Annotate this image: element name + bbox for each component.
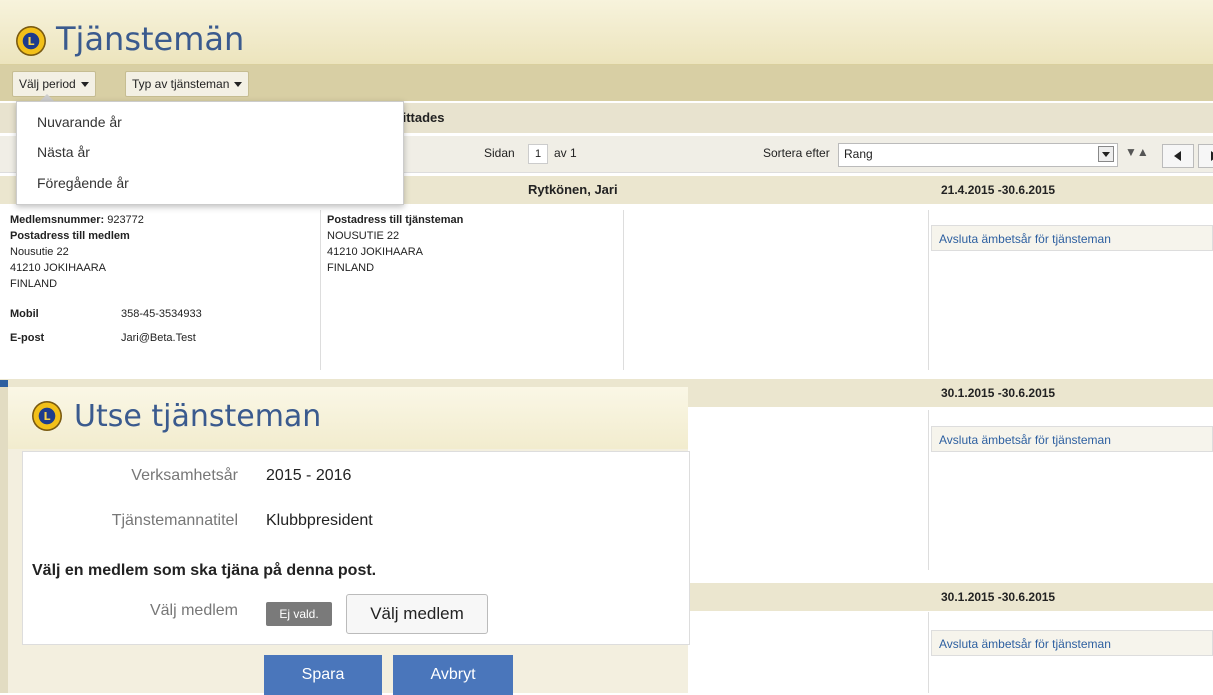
sort-direction-icon[interactable]: ▼▲ xyxy=(1125,145,1149,159)
address-line: FINLAND xyxy=(327,262,375,274)
select-member-button[interactable]: Välj medlem xyxy=(346,594,488,634)
record-period: 21.4.2015 -30.6.2015 xyxy=(941,183,1056,197)
officer-postal-label: Postadress till tjänsteman xyxy=(327,214,464,226)
address-line: 41210 JOKIHAARA xyxy=(10,262,106,274)
end-term-button[interactable]: Avsluta ämbetsår för tjänsteman xyxy=(931,426,1213,452)
member-info: Medlemsnummer: 923772 Postadress till me… xyxy=(10,212,310,292)
period-filter-label: Välj period xyxy=(19,77,76,91)
year-value: 2015 - 2016 xyxy=(266,467,352,484)
page-total-label: av 1 xyxy=(554,146,577,160)
page-title: Tjänstemän xyxy=(56,20,245,58)
email-row: E-post xyxy=(10,330,44,346)
address-line: 41210 JOKIHAARA xyxy=(327,246,423,258)
period-menu: Nuvarande år Nästa år Föregående år xyxy=(16,101,404,205)
select-member-label: Välj medlem xyxy=(149,602,238,619)
page-number-input[interactable]: 1 xyxy=(528,144,548,164)
sort-dropdown-icon[interactable] xyxy=(1098,146,1114,162)
end-term-button[interactable]: Avsluta ämbetsår för tjänsteman xyxy=(931,630,1213,656)
officer-type-filter-button[interactable]: Typ av tjänsteman xyxy=(125,71,250,97)
previous-page-button[interactable] xyxy=(1162,144,1194,168)
address-line: NOUSUTIE 22 xyxy=(327,230,400,242)
sort-label: Sortera efter xyxy=(763,146,830,160)
record-period: 30.1.2015 -30.6.2015 xyxy=(941,590,1056,604)
officer-title-label: Tjänstemannatitel xyxy=(111,512,238,529)
cancel-button[interactable]: Avbryt xyxy=(393,655,513,695)
record-period: 30.1.2015 -30.6.2015 xyxy=(941,386,1056,400)
end-term-button[interactable]: Avsluta ämbetsår för tjänsteman xyxy=(931,225,1213,251)
sort-select-value: Rang xyxy=(844,147,873,161)
member-number-label: Medlemsnummer: xyxy=(10,214,105,226)
address-line: Nousutie 22 xyxy=(10,246,69,258)
address-line: FINLAND xyxy=(10,278,58,290)
officer-type-filter-label: Typ av tjänsteman xyxy=(132,77,230,91)
officer-address: Postadress till tjänsteman NOUSUTIE 22 4… xyxy=(327,212,617,276)
not-selected-badge: Ej vald. xyxy=(266,602,332,626)
menu-item-next-year[interactable]: Nästa år xyxy=(37,144,90,160)
mobile-row: Mobil xyxy=(10,306,39,322)
lions-logo-icon: L xyxy=(32,401,62,431)
dialog-prompt: Välj en medlem som ska tjäna på denna po… xyxy=(32,562,377,579)
year-label: Verksamhetsår xyxy=(131,467,238,484)
page-label: Sidan xyxy=(484,146,515,160)
officer-title-value: Klubbpresident xyxy=(266,512,373,529)
next-page-button[interactable] xyxy=(1198,144,1213,168)
menu-item-current-year[interactable]: Nuvarande år xyxy=(37,114,122,130)
dialog-title: Utse tjänsteman xyxy=(74,399,322,434)
mobile-value: 358-45-3534933 xyxy=(121,308,202,320)
email-label: E-post xyxy=(10,332,45,344)
sort-select[interactable] xyxy=(838,143,1118,167)
mobile-label: Mobil xyxy=(10,308,39,320)
email-value[interactable]: Jari@Beta.Test xyxy=(121,330,196,346)
chevron-down-icon xyxy=(234,82,243,88)
column-divider xyxy=(623,210,624,370)
column-divider xyxy=(928,210,929,370)
menu-pointer xyxy=(40,94,54,101)
menu-item-previous-year[interactable]: Föregående år xyxy=(37,175,129,191)
member-number: 923772 xyxy=(107,214,144,226)
chevron-down-icon xyxy=(80,82,89,88)
record-name[interactable]: Rytkönen, Jari xyxy=(528,182,618,197)
column-divider xyxy=(928,612,929,693)
dialog-edge xyxy=(0,387,8,693)
column-divider xyxy=(928,410,929,570)
member-postal-label: Postadress till medlem xyxy=(10,230,130,242)
save-button[interactable]: Spara xyxy=(264,655,382,695)
column-divider xyxy=(320,210,321,370)
lions-logo-icon: L xyxy=(16,26,46,56)
